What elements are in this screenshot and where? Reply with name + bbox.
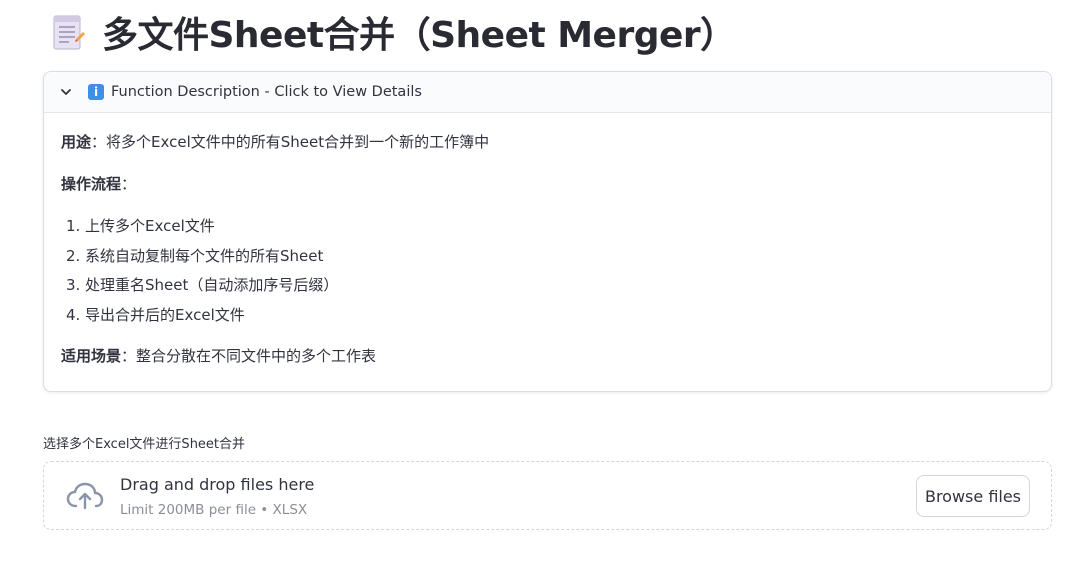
memo-icon <box>48 10 88 54</box>
function-description-expander: i Function Description - Click to View D… <box>43 71 1052 392</box>
scenario-label: 适用场景 <box>61 346 122 365</box>
purpose-label: 用途 <box>61 133 92 151</box>
cloud-upload-icon <box>65 481 105 511</box>
step-number: 4. <box>66 305 81 324</box>
step-text: 系统自动复制每个文件的所有Sheet <box>85 246 324 265</box>
file-dropzone[interactable]: Drag and drop files here Limit 200MB per… <box>43 461 1052 530</box>
step-text: 导出合并后的Excel文件 <box>85 305 245 324</box>
page-header: 多文件Sheet合并（Sheet Merger） <box>48 6 736 58</box>
chevron-down-icon <box>60 85 74 99</box>
uploader-label: 选择多个Excel文件进行Sheet合并 <box>43 437 246 452</box>
list-item: 1. 上传多个Excel文件 <box>61 215 1034 237</box>
scenario-text: ：整合分散在不同文件中的多个工作表 <box>121 346 377 365</box>
process-heading: 操作流程： <box>61 173 1034 195</box>
list-item: 4. 导出合并后的Excel文件 <box>61 304 1034 326</box>
expander-label: Function Description - Click to View Det… <box>111 84 422 100</box>
step-number: 3. <box>66 276 81 294</box>
step-number: 1. <box>66 217 81 235</box>
process-colon: ： <box>121 175 137 193</box>
list-item: 2. 系统自动复制每个文件的所有Sheet <box>61 245 1034 267</box>
purpose-text: ：将多个Excel文件中的所有Sheet合并到一个新的工作簿中 <box>91 133 490 151</box>
scenario-paragraph: 适用场景：整合分散在不同文件中的多个工作表 <box>61 345 1034 367</box>
step-number: 2. <box>66 246 81 265</box>
app-page: 多文件Sheet合并（Sheet Merger） i Function Desc… <box>0 0 1080 572</box>
step-text: 处理重名Sheet（自动添加序号后缀） <box>85 276 339 294</box>
purpose-paragraph: 用途：将多个Excel文件中的所有Sheet合并到一个新的工作簿中 <box>61 131 1034 153</box>
info-icon: i <box>88 84 104 100</box>
expander-header[interactable]: i Function Description - Click to View D… <box>44 72 1051 113</box>
dropzone-instructions: Drag and drop files here <box>120 475 315 494</box>
step-text: 上传多个Excel文件 <box>85 217 215 235</box>
expander-body: 用途：将多个Excel文件中的所有Sheet合并到一个新的工作簿中 操作流程： … <box>44 113 1051 367</box>
process-steps-list: 1. 上传多个Excel文件 2. 系统自动复制每个文件的所有Sheet 3. 处理重… <box>61 215 1034 326</box>
process-label: 操作流程 <box>61 175 122 193</box>
dropzone-limit-text: Limit 200MB per file • XLSX <box>120 502 308 518</box>
page-title: 多文件Sheet合并（Sheet Merger） <box>102 15 736 56</box>
list-item: 3. 处理重名Sheet（自动添加序号后缀） <box>61 274 1034 296</box>
browse-files-button[interactable]: Browse files <box>916 475 1030 517</box>
